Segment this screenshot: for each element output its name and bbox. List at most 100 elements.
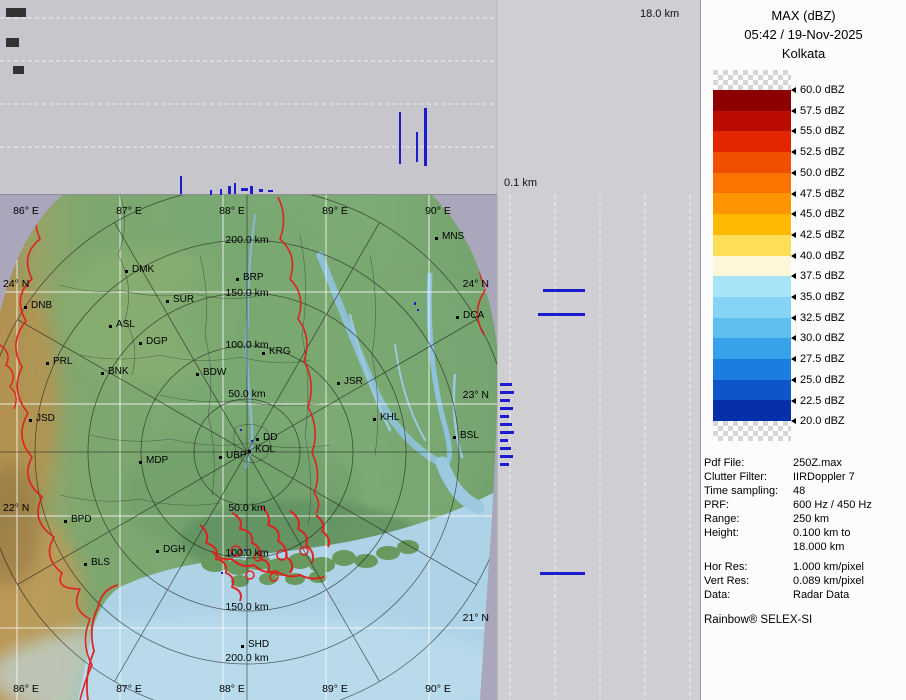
range-ring-label: 50.0 km <box>228 388 265 400</box>
range-ring-label: 150.0 km <box>225 601 268 613</box>
legend-tick-arrow <box>791 191 796 197</box>
range-ring-label: 200.0 km <box>225 652 268 664</box>
metadata-row: Pdf File:250Z.max <box>704 456 904 470</box>
legend-color-block <box>713 359 791 380</box>
station-dot <box>262 352 265 355</box>
legend-threshold-label: 20.0 dBZ <box>791 415 845 427</box>
legend-color-block <box>713 318 791 339</box>
longitude-label: 90° E <box>425 683 451 695</box>
legend-threshold-label: 55.0 dBZ <box>791 125 845 137</box>
longitude-label: 87° E <box>116 683 142 695</box>
station-label: JSD <box>36 413 55 424</box>
radar-map-viewport[interactable]: 86° E86° E87° E87° E88° E88° E89° E89° E… <box>0 195 497 700</box>
legend-color-block <box>713 193 791 214</box>
metadata-label <box>704 540 793 554</box>
station-label: DMK <box>132 264 154 275</box>
metadata-row: Hor Res:1.000 km/pixel <box>704 560 904 574</box>
info-panel: MAX (dBZ) 05:42 / 19-Nov-2025 Kolkata Pd… <box>700 0 906 700</box>
metadata-label: Data: <box>704 588 793 602</box>
station-dot <box>196 373 199 376</box>
station-label: MNS <box>442 231 464 242</box>
metadata-label: Clutter Filter: <box>704 470 793 484</box>
legend-tick-arrow <box>791 108 796 114</box>
metadata-label: Height: <box>704 526 793 540</box>
legend-color-block <box>713 214 791 235</box>
station-dot <box>248 450 251 453</box>
station-dot <box>456 316 459 319</box>
station-label: SHD <box>248 639 269 650</box>
latitude-label: 22° N <box>3 502 29 514</box>
longitude-label: 88° E <box>219 205 245 217</box>
dbz-color-scale <box>713 70 791 441</box>
station-label: DCA <box>463 310 484 321</box>
metadata-row: Range:250 km <box>704 512 904 526</box>
metadata-label: Vert Res: <box>704 574 793 588</box>
product-metadata: Pdf File:250Z.maxClutter Filter:IIRDoppl… <box>704 456 904 602</box>
legend-tick-arrow <box>791 128 796 134</box>
map-annotation-layer: 86° E86° E87° E87° E88° E88° E89° E89° E… <box>0 195 497 700</box>
legend-threshold-label: 57.5 dBZ <box>791 105 845 117</box>
metadata-value: Radar Data <box>793 588 849 602</box>
station-dot <box>29 419 32 422</box>
legend-color-block <box>713 90 791 111</box>
height-axis-max-label: 18.0 km <box>640 8 679 20</box>
legend-tick-arrow <box>791 356 796 362</box>
metadata-label: PRF: <box>704 498 793 512</box>
station-dot <box>435 237 438 240</box>
legend-tick-arrow <box>791 335 796 341</box>
metadata-row: Clutter Filter:IIRDoppler 7 <box>704 470 904 484</box>
metadata-value: 1.000 km/pixel <box>793 560 864 574</box>
legend-threshold-label: 32.5 dBZ <box>791 312 845 324</box>
station-dot <box>84 563 87 566</box>
station-dot <box>46 362 49 365</box>
latitude-label: 23° N <box>463 389 489 401</box>
legend-threshold-label: 37.5 dBZ <box>791 270 845 282</box>
legend-color-block <box>713 338 791 359</box>
station-label: BDW <box>203 367 226 378</box>
legend-tick-arrow <box>791 211 796 217</box>
station-label: SUR <box>173 294 194 305</box>
range-ring-label: 100.0 km <box>225 547 268 559</box>
metadata-value: 0.089 km/pixel <box>793 574 864 588</box>
legend-tick-arrow <box>791 294 796 300</box>
legend-transparent-block <box>713 421 791 441</box>
station-label: BNK <box>108 366 129 377</box>
legend-color-block <box>713 400 791 421</box>
station-dot <box>373 418 376 421</box>
latitude-label: 24° N <box>463 278 489 290</box>
longitude-label: 86° E <box>13 683 39 695</box>
longitude-label: 90° E <box>425 205 451 217</box>
range-ring-label: 200.0 km <box>225 234 268 246</box>
station-label: BRP <box>243 272 264 283</box>
legend-tick-arrow <box>791 273 796 279</box>
station-label: BPD <box>71 514 92 525</box>
legend-threshold-label: 45.0 dBZ <box>791 208 845 220</box>
legend-transparent-block <box>713 70 791 90</box>
station-dot <box>337 382 340 385</box>
legend-tick-arrow <box>791 315 796 321</box>
station-label: JSR <box>344 376 363 387</box>
station-label: KOL <box>255 444 275 455</box>
station-dot <box>125 270 128 273</box>
side-panel-background <box>497 195 706 700</box>
station-label: PRL <box>53 356 72 367</box>
legend-threshold-label: 42.5 dBZ <box>791 229 845 241</box>
legend-threshold-label: 60.0 dBZ <box>791 84 845 96</box>
station-label: DGP <box>146 336 168 347</box>
radar-site-name: Kolkata <box>701 46 906 61</box>
station-dot <box>24 306 27 309</box>
metadata-row: Time sampling:48 <box>704 484 904 498</box>
product-title: MAX (dBZ) <box>701 8 906 23</box>
latitude-label: 24° N <box>3 278 29 290</box>
station-label: KHL <box>380 412 399 423</box>
side-cross-section-panel <box>497 195 706 700</box>
station-dot <box>101 372 104 375</box>
station-label: MDP <box>146 455 168 466</box>
legend-threshold-label: 52.5 dBZ <box>791 146 845 158</box>
longitude-label: 87° E <box>116 205 142 217</box>
legend-color-block <box>713 380 791 401</box>
metadata-value: 0.100 km to <box>793 526 850 540</box>
product-datetime: 05:42 / 19-Nov-2025 <box>701 27 906 42</box>
station-dot <box>109 325 112 328</box>
legend-threshold-label: 40.0 dBZ <box>791 250 845 262</box>
